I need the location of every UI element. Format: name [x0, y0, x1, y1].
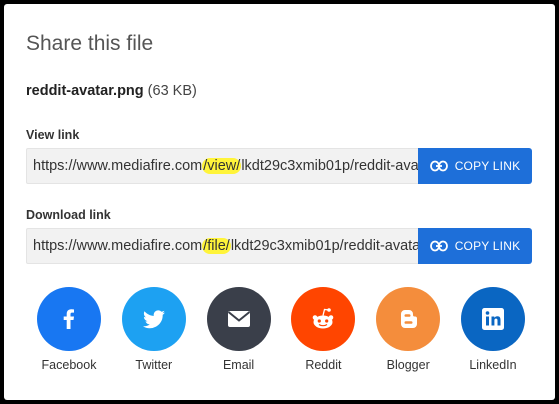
- linkedin-circle[interactable]: [460, 287, 525, 351]
- facebook-label: Facebook: [41, 358, 97, 372]
- copy-view-link-label: COPY LINK: [454, 159, 521, 173]
- blogger-circle[interactable]: [376, 287, 441, 351]
- twitter-circle[interactable]: [121, 287, 186, 351]
- view-link-field[interactable]: https://www.mediafire.com/view/lkdt29c3x…: [26, 148, 418, 184]
- file-info: reddit-avatar.png (63 KB): [26, 83, 197, 99]
- download-link-row: https://www.mediafire.com/file/lkdt29c3x…: [26, 228, 532, 264]
- share-email[interactable]: Email: [204, 287, 274, 372]
- copy-view-link-button[interactable]: COPY LINK: [418, 148, 532, 184]
- linkedin-label: LinkedIn: [469, 358, 517, 372]
- download-link-url-suffix: lkdt29c3xmib01p/reddit-avatar.png/file: [230, 238, 418, 254]
- share-dialog: Share this file reddit-avatar.png (63 KB…: [4, 4, 555, 400]
- file-size: (63 KB): [147, 83, 197, 99]
- download-link-field[interactable]: https://www.mediafire.com/file/lkdt29c3x…: [26, 228, 418, 264]
- share-blogger[interactable]: Blogger: [373, 287, 443, 372]
- blogger-label: Blogger: [386, 358, 430, 372]
- view-link-url-suffix: lkdt29c3xmib01p/reddit-avatar.png/file: [241, 158, 418, 174]
- download-link-url-highlight: /file/: [202, 238, 231, 254]
- download-link-label: Download link: [26, 208, 111, 222]
- share-facebook[interactable]: Facebook: [34, 287, 104, 372]
- reddit-icon: [313, 308, 334, 329]
- email-label: Email: [222, 358, 255, 372]
- dialog-title: Share this file: [26, 32, 154, 55]
- facebook-icon: [63, 309, 74, 329]
- copy-download-link-button[interactable]: COPY LINK: [418, 228, 532, 264]
- share-buttons: Facebook Twitter Email Reddit Blogger Li…: [34, 287, 528, 372]
- reddit-label: Reddit: [305, 358, 342, 372]
- view-link-label: View link: [26, 128, 80, 142]
- twitter-icon: [142, 310, 165, 329]
- view-link-url-highlight: /view/: [202, 158, 242, 174]
- link-icon: [429, 240, 448, 252]
- copy-download-link-label: COPY LINK: [454, 239, 521, 253]
- file-name: reddit-avatar.png: [26, 83, 144, 99]
- blogger-icon: [401, 310, 418, 328]
- email-circle[interactable]: [206, 287, 271, 351]
- facebook-circle[interactable]: [37, 287, 101, 351]
- reddit-circle[interactable]: [291, 287, 356, 351]
- twitter-label: Twitter: [135, 358, 173, 372]
- linkedin-icon: [481, 308, 504, 330]
- share-linkedin[interactable]: LinkedIn: [458, 287, 528, 372]
- email-icon: [227, 311, 250, 327]
- link-icon: [429, 160, 448, 172]
- view-link-row: https://www.mediafire.com/view/lkdt29c3x…: [26, 148, 532, 184]
- share-twitter[interactable]: Twitter: [119, 287, 189, 372]
- share-reddit[interactable]: Reddit: [288, 287, 358, 372]
- view-link-url-prefix: https://www.mediafire.com: [33, 158, 203, 174]
- download-link-url-prefix: https://www.mediafire.com: [33, 238, 203, 254]
